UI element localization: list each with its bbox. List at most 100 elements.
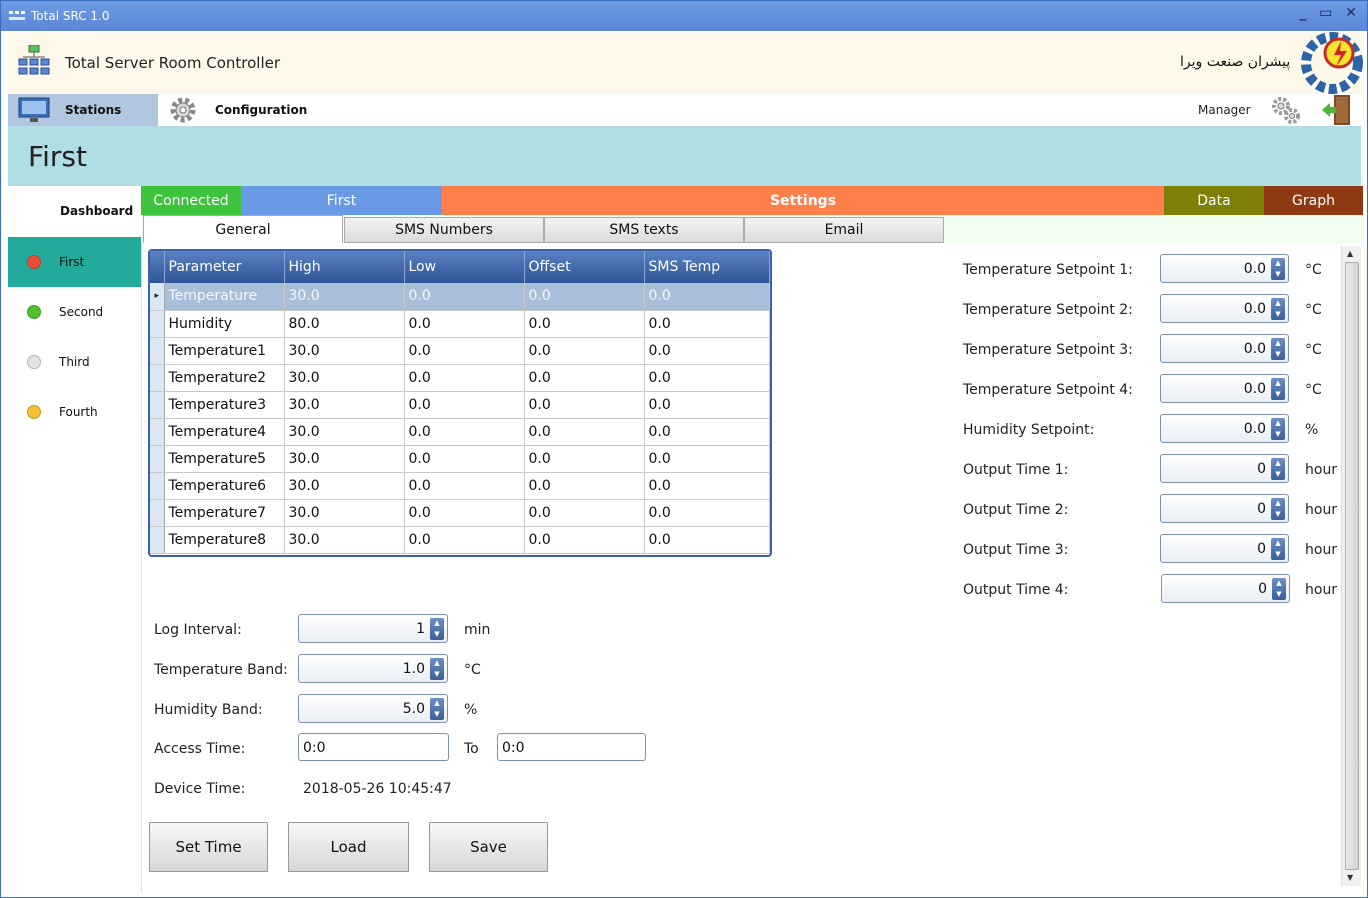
scroll-down-icon[interactable]: ▼: [1347, 873, 1353, 882]
table-row[interactable]: Temperature6 30.0 0.0 0.0 0.0: [150, 472, 770, 500]
logout-icon[interactable]: [1320, 94, 1352, 126]
sidebar-item-first[interactable]: First: [8, 237, 141, 287]
table-cell[interactable]: 30.0: [284, 445, 405, 473]
row-selector[interactable]: [150, 472, 165, 500]
table-row[interactable]: Temperature2 30.0 0.0 0.0 0.0: [150, 364, 770, 392]
setpoint-stepper[interactable]: 0.0 ▲ ▼: [1160, 374, 1289, 403]
table-row[interactable]: Temperature7 30.0 0.0 0.0 0.0: [150, 499, 770, 527]
setpoint-stepper[interactable]: 0.0 ▲ ▼: [1160, 414, 1289, 443]
parameter-grid[interactable]: Parameter High Low Offset SMS Temp ▸ Temp…: [148, 249, 772, 557]
tab-sms-texts[interactable]: SMS texts: [544, 217, 744, 243]
settings-tab[interactable]: Settings: [442, 186, 1164, 215]
table-cell[interactable]: 0.0: [404, 391, 525, 419]
table-cell[interactable]: 0.0: [524, 310, 645, 338]
col-sms-temp[interactable]: SMS Temp: [644, 251, 770, 283]
setpoint-stepper[interactable]: 0 ▲ ▼: [1160, 534, 1289, 563]
table-cell[interactable]: Temperature4: [164, 418, 285, 446]
setpoint-stepper[interactable]: 0.0 ▲ ▼: [1160, 334, 1289, 363]
setpoint-stepper[interactable]: 0.0 ▲ ▼: [1160, 254, 1289, 283]
table-cell[interactable]: 0.0: [524, 283, 645, 311]
table-cell[interactable]: 0.0: [404, 418, 525, 446]
table-cell[interactable]: 0.0: [404, 337, 525, 365]
table-row[interactable]: Temperature4 30.0 0.0 0.0 0.0: [150, 418, 770, 446]
table-cell[interactable]: Temperature8: [164, 526, 285, 554]
load-button[interactable]: Load: [288, 822, 409, 872]
table-cell[interactable]: 0.0: [524, 364, 645, 392]
spin-arrows-icon[interactable]: ▲ ▼: [1271, 458, 1285, 480]
table-cell[interactable]: Temperature1: [164, 337, 285, 365]
table-row[interactable]: Temperature8 30.0 0.0 0.0 0.0: [150, 526, 770, 554]
table-cell[interactable]: 0.0: [644, 391, 770, 419]
spin-arrows-icon[interactable]: ▲ ▼: [1271, 338, 1285, 360]
station-tab[interactable]: First: [241, 186, 442, 215]
row-selector[interactable]: ▸: [150, 283, 165, 311]
table-row[interactable]: Temperature1 30.0 0.0 0.0 0.0: [150, 337, 770, 365]
tab-general[interactable]: General: [143, 215, 343, 243]
row-selector[interactable]: [150, 445, 165, 473]
setpoint-stepper[interactable]: 0 ▲ ▼: [1160, 454, 1289, 483]
spin-arrows-icon[interactable]: ▲ ▼: [430, 698, 444, 720]
table-cell[interactable]: 30.0: [284, 526, 405, 554]
setpoint-stepper[interactable]: 0 ▲ ▼: [1161, 574, 1290, 603]
row-selector[interactable]: [150, 337, 165, 365]
table-row[interactable]: Temperature3 30.0 0.0 0.0 0.0: [150, 391, 770, 419]
sidebar-dashboard[interactable]: Dashboard: [60, 204, 133, 218]
table-cell[interactable]: 0.0: [404, 472, 525, 500]
table-cell[interactable]: 0.0: [644, 472, 770, 500]
col-offset[interactable]: Offset: [524, 251, 645, 283]
table-cell[interactable]: Temperature7: [164, 499, 285, 527]
spin-arrows-icon[interactable]: ▲ ▼: [1271, 418, 1285, 440]
vertical-scrollbar[interactable]: ▲ ▼: [1341, 246, 1361, 886]
tab-sms-numbers[interactable]: SMS Numbers: [344, 217, 544, 243]
col-parameter[interactable]: Parameter: [164, 251, 285, 283]
row-selector[interactable]: [150, 526, 165, 554]
table-cell[interactable]: 80.0: [284, 310, 405, 338]
row-selector[interactable]: [150, 391, 165, 419]
sidebar-item-fourth[interactable]: Fourth: [8, 387, 141, 437]
graph-tab[interactable]: Graph: [1264, 186, 1363, 215]
col-high[interactable]: High: [284, 251, 405, 283]
row-selector[interactable]: [150, 364, 165, 392]
sidebar-item-third[interactable]: Third: [8, 337, 141, 387]
row-selector[interactable]: [150, 418, 165, 446]
table-cell[interactable]: Temperature6: [164, 472, 285, 500]
table-cell[interactable]: 0.0: [404, 499, 525, 527]
table-cell[interactable]: 0.0: [644, 499, 770, 527]
table-cell[interactable]: Temperature2: [164, 364, 285, 392]
col-low[interactable]: Low: [404, 251, 525, 283]
tab-email[interactable]: Email: [744, 217, 944, 243]
row-selector[interactable]: [150, 499, 165, 527]
table-row[interactable]: Temperature5 30.0 0.0 0.0 0.0: [150, 445, 770, 473]
menu-stations[interactable]: Stations: [8, 94, 158, 126]
table-cell[interactable]: 30.0: [284, 337, 405, 365]
save-button[interactable]: Save: [429, 822, 548, 872]
table-cell[interactable]: 30.0: [284, 364, 405, 392]
table-cell[interactable]: 0.0: [644, 337, 770, 365]
table-cell[interactable]: Temperature3: [164, 391, 285, 419]
table-cell[interactable]: 0.0: [524, 499, 645, 527]
table-cell[interactable]: 0.0: [524, 526, 645, 554]
spin-arrows-icon[interactable]: ▲ ▼: [430, 618, 444, 640]
scroll-thumb[interactable]: [1345, 262, 1359, 870]
access-time-to-input[interactable]: 0:0: [497, 733, 646, 761]
table-cell[interactable]: 0.0: [524, 391, 645, 419]
temp-band-stepper[interactable]: 1.0 ▲ ▼: [298, 654, 448, 683]
table-cell[interactable]: Temperature5: [164, 445, 285, 473]
table-cell[interactable]: 0.0: [404, 283, 525, 311]
table-cell[interactable]: 30.0: [284, 283, 405, 311]
setpoint-stepper[interactable]: 0.0 ▲ ▼: [1160, 294, 1289, 323]
table-cell[interactable]: 0.0: [404, 364, 525, 392]
table-cell[interactable]: Temperature: [164, 283, 285, 311]
spin-arrows-icon[interactable]: ▲ ▼: [430, 658, 444, 680]
spin-arrows-icon[interactable]: ▲ ▼: [1271, 378, 1285, 400]
title-bar[interactable]: Total SRC 1.0 _ ▭ ✕: [1, 1, 1367, 31]
row-selector[interactable]: [150, 310, 165, 338]
table-cell[interactable]: 0.0: [404, 445, 525, 473]
table-cell[interactable]: 0.0: [644, 445, 770, 473]
table-cell[interactable]: 0.0: [644, 418, 770, 446]
table-row[interactable]: ▸ Temperature 30.0 0.0 0.0 0.0: [150, 283, 770, 311]
table-cell[interactable]: 0.0: [644, 310, 770, 338]
access-time-from-input[interactable]: 0:0: [298, 733, 449, 761]
table-cell[interactable]: 30.0: [284, 499, 405, 527]
table-cell[interactable]: 0.0: [404, 310, 525, 338]
